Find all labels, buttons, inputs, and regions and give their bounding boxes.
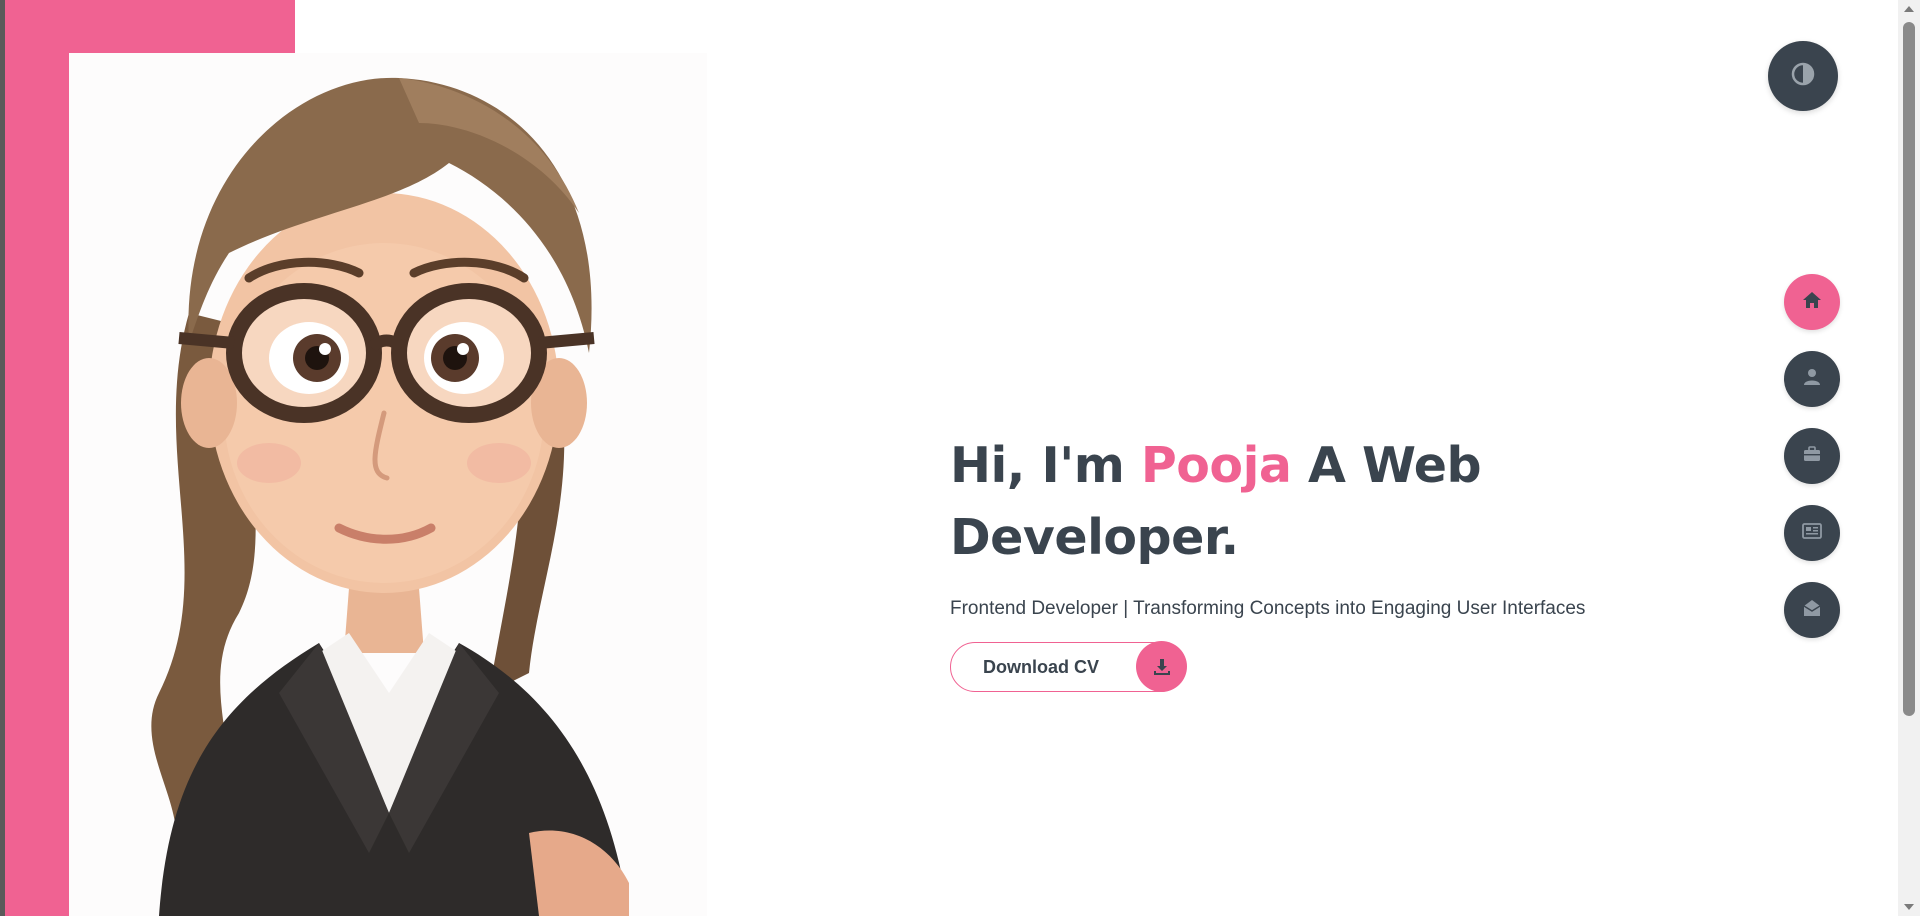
envelope-open-icon: [1802, 598, 1822, 622]
contrast-icon: [1791, 62, 1815, 90]
scroll-up-arrow-icon[interactable]: [1904, 6, 1914, 12]
theme-toggle-button[interactable]: [1768, 41, 1838, 111]
profile-illustration: [69, 53, 707, 916]
download-cv-button[interactable]: Download CV: [950, 641, 1187, 692]
user-icon: [1802, 367, 1822, 391]
hero-title-prefix: Hi, I'm: [950, 437, 1141, 494]
portfolio-page: Hi, I'm Pooja A Web Developer. Frontend D…: [0, 0, 1920, 916]
window-edge: [0, 0, 5, 916]
scroll-down-arrow-icon[interactable]: [1904, 904, 1914, 910]
download-cv-label: Download CV: [983, 657, 1099, 677]
page-scrollbar[interactable]: [1898, 0, 1920, 916]
download-icon: [1136, 641, 1187, 692]
nav-home-button[interactable]: [1784, 274, 1840, 330]
section-nav: [1784, 274, 1840, 659]
scrollbar-thumb[interactable]: [1903, 22, 1915, 716]
hero-title-suffix: A Web: [1291, 437, 1482, 494]
hero-title: Hi, I'm Pooja A Web Developer.: [950, 430, 1750, 574]
nav-blog-button[interactable]: [1784, 505, 1840, 561]
hero-subtitle: Frontend Developer | Transforming Concep…: [950, 598, 1586, 619]
nav-contact-button[interactable]: [1784, 582, 1840, 638]
home-icon: [1802, 290, 1822, 314]
newspaper-icon: [1801, 522, 1823, 544]
briefcase-icon: [1802, 444, 1822, 468]
hero-section: Hi, I'm Pooja A Web Developer. Frontend D…: [950, 430, 1750, 692]
hero-title-line2: Developer.: [950, 509, 1239, 566]
hero-title-name: Pooja: [1140, 437, 1292, 494]
nav-about-button[interactable]: [1784, 351, 1840, 407]
nav-portfolio-button[interactable]: [1784, 428, 1840, 484]
